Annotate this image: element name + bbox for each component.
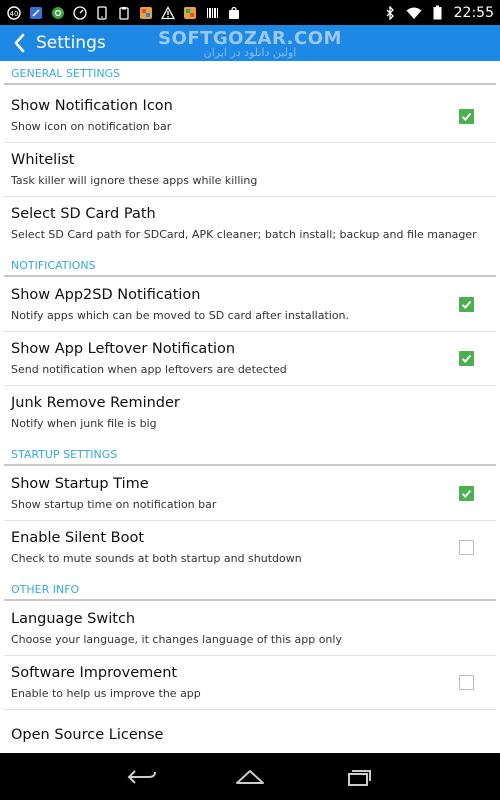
- checkbox-unchecked[interactable]: [459, 675, 474, 690]
- battery-icon: [430, 5, 446, 21]
- pref-summary: Choose your language, it changes languag…: [11, 633, 342, 646]
- pref-summary: Show startup time on notification bar: [11, 498, 217, 511]
- section-header-notifications: NOTIFICATIONS: [0, 253, 500, 277]
- checkbox-checked[interactable]: [459, 486, 474, 501]
- section-divider: [4, 83, 496, 85]
- page-title: Settings: [36, 33, 106, 53]
- pref-title: Software Improvement: [11, 665, 178, 681]
- section-header-label: NOTIFICATIONS: [11, 259, 96, 272]
- pref-open-source-license[interactable]: Open Source License: [0, 710, 500, 753]
- recent-apps-icon[interactable]: [338, 762, 378, 792]
- phone-icon: [94, 5, 110, 21]
- section-divider: [4, 275, 496, 277]
- pref-show-startup-time[interactable]: Show Startup Time Show startup time on n…: [0, 467, 500, 521]
- pref-title: Select SD Card Path: [11, 206, 156, 222]
- section-header-startup: STARTUP SETTINGS: [0, 442, 500, 466]
- pref-summary: Enable to help us improve the app: [11, 687, 201, 700]
- section-header-label: STARTUP SETTINGS: [11, 448, 118, 461]
- pref-summary: Notify apps which can be moved to SD car…: [11, 309, 350, 322]
- back-icon[interactable]: [122, 762, 162, 792]
- home-icon[interactable]: [230, 762, 270, 792]
- pref-title: Enable Silent Boot: [11, 530, 145, 546]
- pref-software-improvement[interactable]: Software Improvement Enable to help us i…: [0, 656, 500, 710]
- pref-sd-card-path[interactable]: Select SD Card Path Select SD Card path …: [0, 197, 500, 251]
- pref-enable-silent-boot[interactable]: Enable Silent Boot Check to mute sounds …: [0, 521, 500, 575]
- wifi-icon: [406, 5, 422, 21]
- section-header-other-info: OTHER INFO: [0, 577, 500, 601]
- checkbox-unchecked[interactable]: [459, 540, 474, 555]
- pref-title: Open Source License: [11, 727, 164, 743]
- section-header-label: GENERAL SETTINGS: [11, 67, 121, 80]
- gauge-icon: [72, 5, 88, 21]
- pref-whitelist[interactable]: Whitelist Task killer will ignore these …: [0, 143, 500, 197]
- pref-app-leftover-notification[interactable]: Show App Leftover Notification Send noti…: [0, 332, 500, 386]
- gallery-icon: [182, 5, 198, 21]
- pref-junk-remove-reminder[interactable]: Junk Remove Reminder Notify when junk fi…: [0, 386, 500, 440]
- pref-title: Show App2SD Notification: [11, 287, 201, 303]
- action-bar: SOFTGOZAR.COM اولین دانلود در ایران Sett…: [0, 25, 500, 61]
- system-status: 22:55: [382, 5, 494, 21]
- status-bar: 40 22:55: [0, 0, 500, 25]
- pref-title: Language Switch: [11, 611, 136, 627]
- pref-show-notification-icon[interactable]: Show Notification Icon Show icon on noti…: [0, 89, 500, 143]
- pref-app2sd-notification[interactable]: Show App2SD Notification Notify apps whi…: [0, 278, 500, 332]
- pref-title: Whitelist: [11, 152, 75, 168]
- navigation-bar: [0, 753, 500, 800]
- back-chevron-icon[interactable]: [8, 25, 30, 61]
- notification-icons: 40: [6, 5, 242, 21]
- pref-title: Show Notification Icon: [11, 98, 173, 114]
- pref-summary: Send notification when app leftovers are…: [11, 363, 287, 376]
- pref-language-switch[interactable]: Language Switch Choose your language, it…: [0, 602, 500, 656]
- bluetooth-icon: [382, 5, 398, 21]
- section-divider: [4, 464, 496, 466]
- pref-title: Show Startup Time: [11, 476, 149, 492]
- settings-list: GENERAL SETTINGS Show Notification Icon …: [0, 61, 500, 753]
- pref-title: Junk Remove Reminder: [11, 395, 180, 411]
- pref-summary: Check to mute sounds at both startup and…: [11, 552, 302, 565]
- clock: 22:55: [453, 4, 494, 21]
- clipboard-icon: [116, 5, 132, 21]
- settings-app-icon: [50, 5, 66, 21]
- checkbox-checked[interactable]: [459, 297, 474, 312]
- pref-title: Show App Leftover Notification: [11, 341, 236, 357]
- pref-summary: Show icon on notification bar: [11, 120, 172, 133]
- pref-summary: Notify when junk file is big: [11, 417, 157, 430]
- checkbox-checked[interactable]: [459, 109, 474, 124]
- gallery-icon: [138, 5, 154, 21]
- app-notification-icon: 40: [6, 5, 22, 21]
- checkbox-checked[interactable]: [459, 351, 474, 366]
- svg-text:40: 40: [10, 10, 19, 18]
- section-divider: [4, 599, 496, 601]
- section-header-label: OTHER INFO: [11, 583, 80, 596]
- barcode-icon: [204, 5, 220, 21]
- pref-summary: Select SD Card path for SDCard, APK clea…: [11, 228, 477, 241]
- section-header-general: GENERAL SETTINGS: [0, 61, 500, 85]
- warning-icon: [160, 5, 176, 21]
- bluetooth-tool-icon: [28, 5, 44, 21]
- pref-summary: Task killer will ignore these apps while…: [11, 174, 258, 187]
- shopping-bag-icon: [226, 5, 242, 21]
